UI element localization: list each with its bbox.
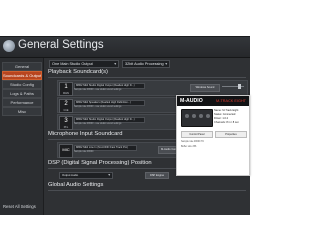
knob-icon [199, 114, 203, 118]
dsp-engine-button[interactable]: DSP Engine [145, 172, 169, 179]
knob-icon [185, 114, 189, 118]
app-logo-icon [3, 40, 15, 52]
divider [48, 190, 246, 191]
knob-icon [206, 114, 210, 118]
slider-handle[interactable] [238, 84, 241, 89]
playback-device-info: Sample rate 48000 - use studio sound set… [74, 123, 122, 125]
device-info-popup: M-AUDIO M-TRACK EIGHT Name: M-Track Eigh… [176, 95, 250, 176]
popup-info-line: Driver: 1.0.2 [214, 117, 229, 120]
chevron-down-icon: ▼ [164, 62, 168, 66]
slot-number: 1 [64, 84, 68, 90]
slot-number: 2 [64, 101, 68, 107]
settings-sidebar: General Soundcards & Output Studio Confi… [0, 58, 44, 215]
popup-info-line: Status: Connected [214, 113, 236, 116]
playback-slot-badge: 2 CUE [59, 99, 73, 113]
dsp-position-value: Output Audio [62, 173, 79, 177]
knob-icon [192, 114, 196, 118]
playback-device-info: Sample rate 48000 - use studio sound set… [74, 89, 122, 91]
playback-slot-badge: 1 MAIN [59, 82, 73, 96]
sidebar-item-soundcards[interactable]: Soundcards & Output [2, 71, 42, 80]
sidebar-item-performance[interactable]: Performance [2, 98, 42, 107]
control-panel-button[interactable]: Control Panel [181, 131, 213, 138]
processing-select[interactable]: 32bit Audio Processing ▼ [122, 60, 170, 68]
playback-slot-badge: 3 PFL [59, 116, 73, 130]
popup-note: Sample rate 48000 Hz [181, 141, 204, 143]
model-name: M-TRACK EIGHT [216, 98, 246, 103]
mic-device-info: Sample rate 48000 [74, 151, 94, 153]
dsp-heading: DSP (Digital Signal Processing) Position [48, 160, 152, 166]
slot-number: 3 [64, 118, 68, 124]
sidebar-item-misc[interactable]: Misc [2, 107, 42, 116]
processing-value: 32bit Audio Processing [125, 62, 164, 66]
audio-interface-image [181, 109, 213, 127]
volume-slider[interactable] [222, 84, 244, 89]
slot-role: CUE [63, 109, 69, 112]
properties-button[interactable]: Properties [215, 131, 247, 138]
sidebar-item-studio-config[interactable]: Studio Config [2, 80, 42, 89]
popup-note: Buffer size 256 [181, 146, 197, 148]
reset-settings-link[interactable]: Reset All Settings [3, 204, 36, 209]
popup-info-line: Channels: 8 in / 8 out [214, 121, 239, 124]
dsp-position-select[interactable]: Output Audio ▼ [59, 172, 113, 179]
chevron-down-icon: ▼ [113, 62, 117, 66]
windows-sound-button[interactable]: Windows Sound [190, 84, 220, 92]
sidebar-item-logs-paths[interactable]: Logs & Paths [2, 89, 42, 98]
output-mode-value: One Main Studio Output [52, 62, 93, 66]
playback-heading: Playback Soundcard(s) [48, 69, 108, 75]
slot-role: PFL [63, 126, 69, 129]
popup-info-line: Name: M-Track Eight [214, 109, 239, 112]
divider [48, 77, 246, 78]
window-title: General Settings [18, 39, 104, 51]
mic-badge: MIC [59, 144, 73, 158]
playback-row: 1 MAIN M802 Mk2 Studio Digital Output (R… [57, 80, 248, 96]
mic-heading: Microphone Input Soundcard [48, 131, 123, 137]
global-audio-heading: Global Audio Settings [48, 182, 104, 188]
playback-device-info: Sample rate 48000 - use studio sound set… [74, 106, 122, 108]
title-bar: General Settings [0, 37, 250, 58]
popup-header: M-AUDIO M-TRACK EIGHT [177, 96, 249, 106]
output-mode-select[interactable]: One Main Studio Output ▼ [49, 60, 119, 68]
chevron-down-icon: ▼ [107, 173, 111, 177]
sidebar-item-general[interactable]: General [2, 62, 42, 71]
slot-role: MAIN [63, 92, 69, 95]
brand-logo: M-AUDIO [180, 98, 203, 104]
